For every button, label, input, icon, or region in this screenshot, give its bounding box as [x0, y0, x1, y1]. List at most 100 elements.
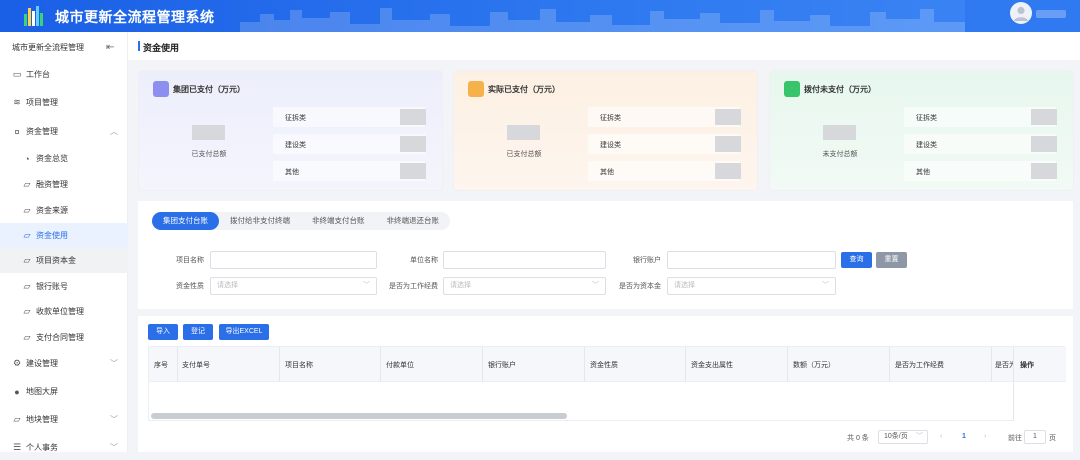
category-row: 其他 [904, 161, 1057, 181]
label-project-name: 项目名称 [176, 257, 204, 264]
total-value [507, 125, 540, 140]
tab-nonterminal-payment[interactable]: 非终端支付台账 [301, 212, 376, 230]
col-project-name: 项目名称 [285, 362, 313, 369]
tab-group-ledger[interactable]: 集团支付台账 [152, 212, 219, 230]
prev-page-icon[interactable]: ‹ [940, 433, 942, 440]
sidebar-item-map-screen[interactable]: ● 地图大屏 [0, 379, 128, 404]
col-payment-no: 支付单号 [182, 362, 210, 369]
total-label: 未支付总额 [822, 151, 858, 158]
page-size-select[interactable]: 10条/页 ﹀ [878, 430, 928, 444]
sidebar-item-land-mgmt[interactable]: ▱ 地块管理 ﹀ [0, 407, 128, 432]
close-box-icon [784, 81, 800, 97]
globe-icon: ● [14, 386, 20, 397]
col-operation: 操作 [1020, 362, 1034, 369]
operation-column: 操作 [1013, 347, 1066, 421]
app-title: 城市更新全流程管理系统 [55, 9, 215, 25]
import-button[interactable]: 导入 [148, 324, 178, 340]
label-is-work-fund: 是否为工作经费 [389, 283, 438, 290]
folder-icon: ▱ [13, 414, 21, 424]
project-name-input[interactable] [210, 251, 377, 269]
layers-icon: ≋ [13, 97, 21, 107]
is-work-fund-select[interactable]: 请选择 ﹀ [443, 277, 606, 295]
horizontal-scrollbar[interactable] [151, 413, 567, 419]
chevron-down-icon: ﹀ [110, 443, 118, 452]
export-excel-button[interactable]: 导出EXCEL [219, 324, 269, 340]
current-page[interactable]: 1 [962, 433, 966, 440]
sidebar-item-project-mgmt[interactable]: ≋ 项目管理 [0, 90, 128, 115]
tab-nonterminal-refund[interactable]: 非终端退还台账 [376, 212, 451, 230]
clock-icon: ◔ [24, 153, 30, 164]
sidebar-item-contract-mgmt[interactable]: ▱ 支付合同管理 [0, 325, 128, 350]
category-row: 建设类 [904, 134, 1057, 154]
col-payer: 付款单位 [386, 362, 414, 369]
category-row: 其他 [273, 161, 426, 181]
col-is-work-fund: 是否为工作经费 [895, 362, 944, 369]
user-avatar[interactable] [1010, 2, 1032, 24]
sidebar-item-workbench[interactable]: ▭ 工作台 [0, 62, 128, 87]
folder-icon: ▱ [23, 255, 31, 265]
sidebar-item-construction[interactable]: ⚙ 建设管理 ﹀ [0, 351, 128, 376]
skyline-decoration [240, 8, 1080, 32]
tab-allocate-nonterminal[interactable]: 拨付给非支付终端 [219, 212, 301, 230]
chevron-down-icon: ﹀ [110, 359, 118, 368]
total-label: 已支付总额 [506, 151, 542, 158]
folder-icon: ▱ [23, 306, 31, 316]
sidebar-item-fund-mgmt[interactable]: ¤ 资金管理 ︿ [0, 119, 128, 144]
indent-icon[interactable]: ⇤ [106, 42, 114, 53]
chevron-down-icon: ﹀ [916, 433, 923, 440]
category-row: 其他 [588, 161, 741, 181]
sidebar-item-fund-usage[interactable]: ▱ 资金使用 [0, 223, 128, 248]
sidebar: 城市更新全流程管理 ⇤ ▭ 工作台 ≋ 项目管理 ¤ 资金管理 ︿ ◔ 资金总览… [0, 32, 128, 452]
sidebar-item-project-capital[interactable]: ▱ 项目资本金 [0, 248, 128, 273]
goto-page-input[interactable]: 1 [1024, 430, 1046, 444]
category-row: 征拆类 [273, 107, 426, 127]
note-icon [468, 81, 484, 97]
card-actual-paid: 实际已支付（万元） 已支付总额 征拆类 建设类 其他 [453, 70, 758, 191]
is-capital-select[interactable]: 请选择 ﹀ [667, 277, 836, 295]
category-row: 建设类 [588, 134, 741, 154]
ledger-tabs: 集团支付台账 拨付给非支付终端 非终端支付台账 非终端退还台账 [152, 212, 450, 230]
total-value [192, 125, 225, 140]
bank-account-input[interactable] [667, 251, 836, 269]
sidebar-item-payee-mgmt[interactable]: ▱ 收款单位管理 [0, 299, 128, 324]
sidebar-item-financing[interactable]: ▱ 融资管理 [0, 172, 128, 197]
col-bank-account: 银行账户 [488, 362, 516, 369]
username[interactable] [1036, 10, 1066, 18]
next-page-icon[interactable]: › [984, 433, 986, 440]
reset-button[interactable]: 重置 [876, 252, 907, 268]
filter-panel: 集团支付台账 拨付给非支付终端 非终端支付台账 非终端退还台账 项目名称 单位名… [138, 201, 1073, 309]
gear-icon: ⚙ [12, 358, 22, 368]
sidebar-item-bank-account[interactable]: ▱ 银行账号 [0, 274, 128, 299]
category-row: 征拆类 [904, 107, 1057, 127]
total-value [823, 125, 856, 140]
label-bank-account: 银行账户 [633, 257, 661, 264]
list-icon: ☰ [12, 442, 22, 452]
chevron-down-icon: ﹀ [822, 282, 829, 289]
label-is-capital: 是否为资本金 [619, 283, 661, 290]
table-panel: 导入 登记 导出EXCEL 序号 支付单号 项目名称 付款单位 银行账户 资金性… [138, 316, 1073, 452]
sidebar-item-fund-source[interactable]: ▱ 资金来源 [0, 198, 128, 223]
sidebar-item-personal[interactable]: ☰ 个人事务 ﹀ [0, 435, 128, 460]
card-group-paid: 集团已支付（万元） 已支付总额 征拆类 建设类 其他 [138, 70, 443, 191]
label-fund-nature: 资金性质 [176, 283, 204, 290]
total-count: 共 0 条 [847, 435, 869, 442]
table-header: 序号 支付单号 项目名称 付款单位 银行账户 资金性质 资金支出属性 数额（万元… [149, 347, 1066, 382]
folder-icon: ▱ [23, 230, 31, 240]
col-index: 序号 [154, 362, 168, 369]
category-row: 征拆类 [588, 107, 741, 127]
card-allocated-unpaid: 拨付未支付（万元） 未支付总额 征拆类 建设类 其他 [769, 70, 1074, 191]
goto-prefix: 前往 [1008, 435, 1022, 442]
folder-icon: ▱ [23, 332, 31, 342]
fund-nature-select[interactable]: 请选择 ﹀ [210, 277, 377, 295]
top-header: 城市更新全流程管理系统 [0, 0, 1080, 32]
folder-icon: ▱ [23, 179, 31, 189]
sidebar-item-fund-overview[interactable]: ◔ 资金总览 [0, 146, 128, 171]
sidebar-title: 城市更新全流程管理 [12, 43, 84, 52]
col-fund-nature: 资金性质 [590, 362, 618, 369]
unit-name-input[interactable] [443, 251, 606, 269]
search-button[interactable]: 查询 [841, 252, 872, 268]
col-amount: 数额（万元） [793, 362, 835, 369]
register-button[interactable]: 登记 [183, 324, 213, 340]
folder-icon: ▱ [23, 281, 31, 291]
card-title: 集团已支付（万元） [173, 85, 245, 94]
